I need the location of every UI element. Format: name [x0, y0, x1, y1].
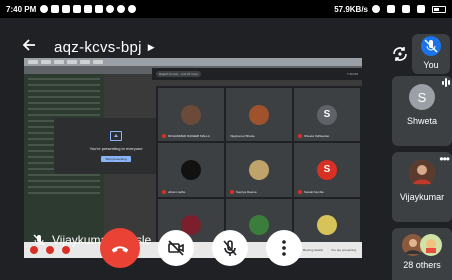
present-screen-icon — [110, 130, 122, 141]
image-icon — [73, 5, 82, 13]
self-mic-off-icon — [416, 34, 446, 58]
more-vert-icon — [282, 240, 286, 256]
grid-tile: Vijaykumar Bhosle — [226, 88, 292, 142]
muted-icon — [230, 189, 234, 194]
inner-mic-icon — [30, 246, 38, 254]
download-icon — [95, 5, 104, 13]
avatar — [409, 160, 435, 186]
grid-tile: MOHAMMED RAKEEB MALLA — [158, 88, 224, 142]
battery-icon — [432, 5, 446, 13]
grid-tile-label: vikram radhe — [168, 189, 186, 194]
switch-camera-icon[interactable] — [390, 44, 410, 64]
grid-tile-name: Vijaykumar Bhosle — [230, 134, 255, 138]
inner-presenting: You are presenting — [330, 248, 356, 252]
avatar: S — [317, 104, 337, 125]
record-icon — [128, 5, 137, 13]
mic-off-button[interactable] — [212, 230, 248, 266]
back-arrow-icon[interactable] — [18, 37, 40, 58]
grid-tile-label: Supriya Rasure — [236, 189, 257, 194]
location-icon — [40, 5, 49, 13]
more-horiz-icon[interactable]: ••• — [439, 152, 450, 166]
grid-tile: vikram radhe — [158, 143, 224, 197]
avatar — [249, 104, 269, 125]
inner-details: Meeting details — [302, 248, 323, 252]
call-controls — [100, 228, 302, 268]
inner-cam-icon — [46, 246, 54, 254]
grid-tile: S Shweta Talhkeokar — [294, 88, 360, 142]
inner-header-pill: Rajesh.Kumar... and 20 more — [156, 71, 202, 77]
avatar — [317, 215, 337, 236]
inner-meet-header: Rajesh.Kumar... and 20 more 7:40 PM — [152, 68, 362, 80]
grid-tile-label: MOHAMMED RAKEEB MALLA — [168, 134, 210, 139]
avatar — [181, 104, 201, 125]
participant-name: Shweta — [406, 116, 438, 126]
grid-tile-name: Sawali Kamble — [298, 189, 324, 194]
send-icon — [51, 5, 60, 13]
grid-tile-name: Supriya Rasure — [230, 189, 257, 194]
clock: 7:40 PM — [6, 4, 37, 14]
wifi-icon — [417, 5, 425, 13]
meeting-header: aqz-kcvs-bpj ▶ — [0, 32, 200, 62]
self-tile[interactable]: You — [412, 34, 450, 74]
participant-name: Vijaykumar — [399, 192, 445, 202]
others-avatars — [402, 234, 442, 256]
muted-icon — [162, 134, 166, 139]
mic-off-icon — [32, 233, 46, 247]
camera-off-icon — [168, 240, 184, 256]
participant-tile-shweta[interactable]: S Shweta — [392, 76, 452, 146]
whatsapp-icon — [106, 5, 115, 13]
grid-tile-name: vikram radhe — [162, 189, 186, 194]
grid-tile: S Sawali Kamble — [294, 143, 360, 197]
network-speed: 57.9KB/s — [334, 4, 368, 14]
more-options-button[interactable] — [266, 230, 302, 266]
muted-icon — [298, 189, 302, 194]
grid-tile-label: Vijaykumar Bhosle — [230, 134, 255, 139]
camera-off-button[interactable] — [158, 230, 194, 266]
inner-end-icon — [62, 246, 70, 254]
participant-tile-others[interactable]: 28 others — [392, 228, 452, 280]
grid-tile-name: Shweta Talhkeokar — [298, 134, 330, 139]
muted-icon — [298, 134, 302, 139]
participant-tile-vijaykumar[interactable]: ••• Vijaykumar — [392, 152, 452, 222]
avatar — [181, 159, 201, 180]
headset-icon — [372, 5, 380, 13]
chevron-right-icon[interactable]: ▶ — [148, 42, 155, 53]
presenting-text: You're presenting to everyone — [89, 145, 143, 151]
mic-off-icon — [223, 240, 237, 256]
end-call-button[interactable] — [100, 228, 140, 268]
signal-icon — [402, 5, 410, 13]
camera-icon — [117, 5, 126, 13]
self-label: You — [423, 60, 439, 70]
avatar — [249, 159, 269, 180]
message-icon — [84, 5, 93, 13]
grid-tile-label: Shweta Talhkeokar — [304, 134, 330, 139]
avatar: S — [409, 84, 435, 110]
muted-icon — [162, 189, 166, 194]
participant-strip: You S Shweta ••• Vijaykumar 28 others — [384, 28, 452, 280]
meeting-code[interactable]: aqz-kcvs-bpj — [54, 39, 142, 56]
avatar: S — [317, 159, 337, 180]
sim-icon — [387, 5, 395, 13]
grid-tile-name: MOHAMMED RAKEEB MALLA — [162, 134, 210, 139]
grid-tile: Supriya Rasure — [226, 143, 292, 197]
participant-name: 28 others — [403, 260, 441, 270]
youtube-icon — [62, 5, 71, 13]
grid-tile-label: Sawali Kamble — [304, 189, 324, 194]
stop-presenting-button[interactable]: Stop presenting — [101, 155, 131, 162]
status-bar: 7:40 PM 57.9KB/s — [0, 0, 452, 18]
end-call-icon — [111, 246, 129, 253]
speaking-indicator-icon — [442, 78, 450, 87]
avatar — [420, 234, 442, 256]
inner-header-time: 7:40 PM — [346, 72, 358, 76]
status-right: 57.9KB/s — [334, 5, 446, 14]
